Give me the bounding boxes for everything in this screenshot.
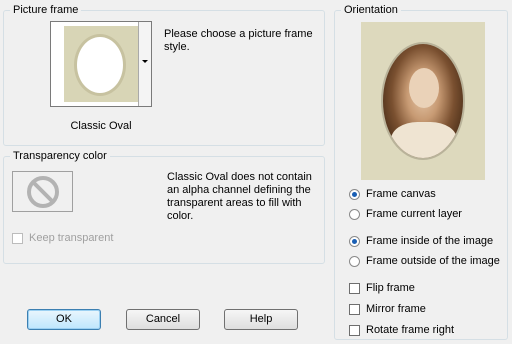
frame-current-layer-label: Frame current layer bbox=[366, 208, 462, 220]
frame-inside-label: Frame inside of the image bbox=[366, 235, 494, 247]
frame-style-prompt: Please choose a picture frame style. bbox=[164, 28, 313, 53]
flip-frame-box bbox=[349, 283, 360, 294]
rotate-frame-right-box bbox=[349, 325, 360, 336]
help-button[interactable]: Help bbox=[224, 309, 298, 330]
frame-preview-oval bbox=[74, 34, 126, 96]
frame-style-dropdown[interactable] bbox=[50, 21, 152, 107]
keep-transparent-box bbox=[12, 233, 23, 244]
portrait-face bbox=[409, 68, 439, 108]
rotate-frame-right-label: Rotate frame right bbox=[366, 324, 455, 336]
transparency-color-swatch bbox=[12, 171, 73, 212]
frame-outside-radio-dot bbox=[349, 256, 360, 267]
chevron-down-icon bbox=[142, 60, 148, 63]
alpha-channel-message: Classic Oval does not contain an alpha c… bbox=[167, 171, 312, 222]
ok-button[interactable]: OK bbox=[27, 309, 101, 330]
cancel-button[interactable]: Cancel bbox=[126, 309, 200, 330]
frame-preview-thumbnail bbox=[64, 26, 139, 102]
orientation-preview-image bbox=[361, 22, 485, 180]
mirror-frame-label: Mirror frame bbox=[366, 303, 426, 315]
orientation-title: Orientation bbox=[341, 3, 401, 17]
framed-portrait bbox=[381, 42, 465, 160]
no-sign-icon bbox=[27, 176, 59, 208]
picture-frame-title: Picture frame bbox=[10, 3, 82, 17]
transparency-color-title: Transparency color bbox=[10, 149, 110, 163]
portrait-dress bbox=[391, 122, 457, 158]
frame-inside-radio-dot bbox=[349, 236, 360, 247]
flip-frame-label: Flip frame bbox=[366, 282, 415, 294]
frame-canvas-radio-dot bbox=[349, 189, 360, 200]
keep-transparent-label: Keep transparent bbox=[29, 232, 114, 244]
selected-frame-name: Classic Oval bbox=[70, 120, 132, 132]
frame-canvas-label: Frame canvas bbox=[366, 188, 436, 200]
frame-outside-label: Frame outside of the image bbox=[366, 255, 500, 267]
dropdown-arrow-button[interactable] bbox=[138, 22, 151, 106]
frame-current-layer-radio-dot bbox=[349, 209, 360, 220]
mirror-frame-box bbox=[349, 304, 360, 315]
